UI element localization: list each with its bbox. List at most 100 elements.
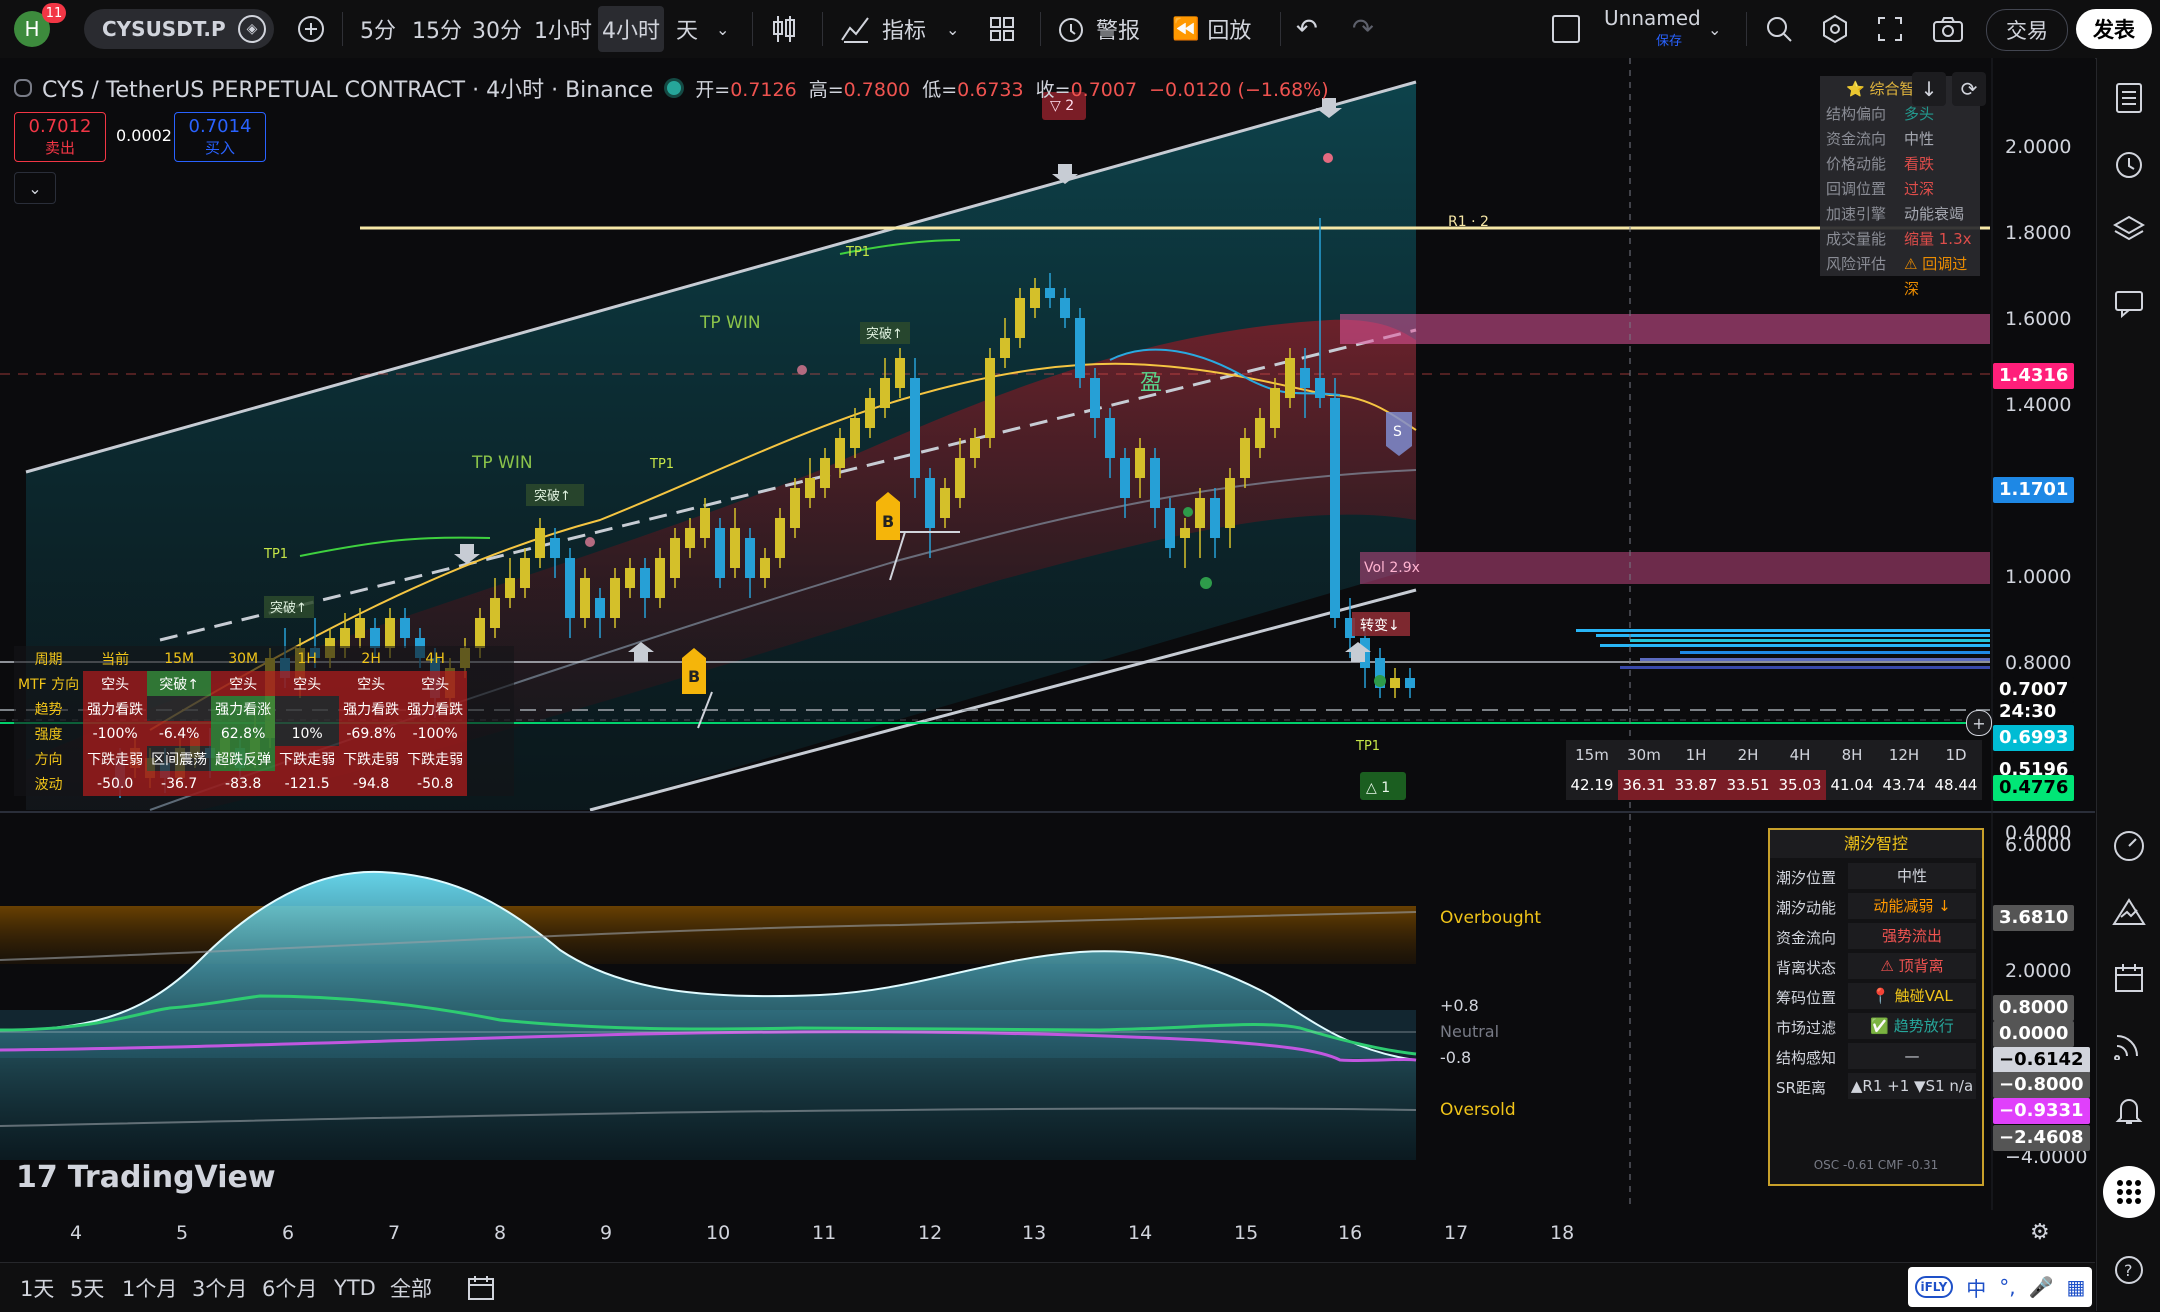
axis-settings-icon[interactable]: ⚙	[2030, 1220, 2050, 1245]
buy-marker-label: B	[882, 512, 894, 531]
summary-value: 看跌	[1904, 155, 1935, 173]
interval-30m[interactable]: 30分	[472, 0, 522, 58]
compare-plus-icon[interactable]	[294, 0, 328, 58]
calendar-icon[interactable]	[2111, 960, 2147, 996]
range-button[interactable]: 全部	[390, 1263, 432, 1312]
time-axis-label: 7	[388, 1222, 401, 1244]
mtf-cell: 突破↑	[147, 671, 212, 696]
vol-label: Vol 2.9x	[1364, 560, 1420, 576]
interval-1d[interactable]: 天	[676, 0, 698, 58]
alerts-clock-icon[interactable]	[2111, 146, 2147, 182]
range-button[interactable]: 1天	[20, 1263, 54, 1312]
alert-label: 警报	[1096, 19, 1141, 44]
candle-body	[790, 488, 800, 528]
chevron-down-icon[interactable]: ⌄	[716, 0, 729, 58]
summary-row: 回调位置 过深	[1820, 177, 1980, 202]
time-axis-label: 18	[1550, 1222, 1575, 1244]
tide-panel: 潮汐智控 潮汐位置 中性 潮汐动能 动能减弱 ↓ 资金流向 强势流出 背离状态 ⚠ 顶背离 筹码…	[1768, 828, 1984, 1186]
apps-grid-button[interactable]	[2103, 1166, 2155, 1218]
market-status-dot-icon	[667, 81, 682, 95]
replay-button[interactable]: ⏪ 回放	[1172, 0, 1251, 58]
trade-button[interactable]: 交易	[1986, 9, 2068, 51]
candle-body	[625, 568, 635, 588]
candle-type-icon[interactable]	[770, 0, 798, 58]
rsi-header-cell: 1H	[1670, 740, 1722, 770]
interval-1h[interactable]: 1小时	[534, 0, 592, 58]
candle-body	[400, 618, 410, 638]
legend-collapse-button[interactable]: ⌄	[14, 172, 56, 204]
spread-value: 0.0002	[116, 126, 172, 145]
interval-15m[interactable]: 15分	[412, 0, 462, 58]
summary-key: 回调位置	[1826, 180, 1887, 198]
rsi-header-cell: 30m	[1618, 740, 1670, 770]
bottom-range-bar: 1天 5天 1个月 3个月 6个月 YTD 全部 iFLY 中 °, 🎤 ▦	[0, 1262, 2095, 1312]
range-button[interactable]: 3个月	[192, 1263, 247, 1312]
overbought-label: Overbought	[1440, 908, 1542, 928]
layout-checkbox-icon[interactable]	[1552, 0, 1580, 58]
symbol-search-button[interactable]: CYSUSDT.P ◈	[84, 9, 274, 49]
candle-body	[820, 458, 830, 488]
candle-body	[760, 558, 770, 578]
calendar-goto-icon[interactable]	[466, 1263, 496, 1312]
interval-label: 天	[676, 19, 699, 44]
alert-button[interactable]: 警报	[1056, 0, 1140, 58]
crosshair-plus-icon[interactable]: +	[1966, 710, 1992, 736]
ideas-mountain-icon[interactable]	[2111, 894, 2147, 930]
rsi-value-cell: 33.51	[1722, 770, 1774, 800]
osc-axis-tag: −0.6142	[1993, 1047, 2090, 1073]
scroll-down-button[interactable]: ↓	[1912, 72, 1946, 106]
fullscreen-icon[interactable]	[1876, 0, 1904, 58]
profit-glyph: 盈	[1140, 371, 1162, 396]
chart-legend: CYS / TetherUS PERPETUAL CONTRACT · 4小时 …	[14, 74, 1329, 103]
indicators-button[interactable]: 指标	[840, 0, 926, 58]
chart-area[interactable]: R1 · 2 Vol 2.9x TP WIN TP WIN TP1 TP1 TP…	[0, 58, 2095, 1210]
mtf-cell: 区间震荡	[147, 746, 212, 771]
settings-gear-icon[interactable]	[1820, 0, 1850, 58]
speedometer-icon[interactable]	[2111, 828, 2147, 864]
buy-button[interactable]: 0.7014 买入	[174, 112, 266, 162]
range-button[interactable]: 5天	[70, 1263, 104, 1312]
range-button[interactable]: YTD	[334, 1263, 376, 1312]
interval-4h-active[interactable]: 4小时	[598, 6, 664, 52]
signal-broadcast-icon[interactable]	[2111, 1026, 2147, 1062]
watchlist-icon[interactable]	[2111, 80, 2147, 116]
redo-icon[interactable]: ↷	[1352, 0, 1374, 58]
mtf-cell: -69.8%	[339, 721, 404, 746]
notifications-bell-icon[interactable]	[2111, 1092, 2147, 1128]
templates-grid-icon[interactable]	[988, 0, 1016, 58]
chevron-down-icon: ⌄	[28, 178, 42, 198]
ime-toolbar[interactable]: iFLY 中 °, 🎤 ▦	[1908, 1267, 2092, 1307]
interval-5m[interactable]: 5分	[360, 0, 396, 58]
candle-body	[970, 438, 980, 458]
summary-key: 风险评估	[1826, 255, 1887, 273]
mtf-header-cell: 15M	[164, 650, 195, 667]
rsi-header-cell: 12H	[1878, 740, 1930, 770]
candle-body	[1315, 378, 1325, 398]
rsi-header-cell: 15m	[1566, 740, 1618, 770]
refresh-icon[interactable]: ⟳	[1952, 72, 1986, 106]
chevron-down-icon[interactable]: ⌄	[946, 0, 959, 58]
summary-row: 加速引擎 动能衰竭	[1820, 202, 1980, 227]
chevron-down-icon[interactable]: ⌄	[1708, 0, 1721, 58]
mtf-row: MTF 方向 空头 突破↑ 空头 空头 空头 空头	[14, 671, 468, 696]
range-button[interactable]: 6个月	[262, 1263, 317, 1312]
range-button[interactable]: 1个月	[122, 1263, 177, 1312]
mtf-cell	[275, 696, 340, 721]
candle-body	[595, 598, 605, 618]
candle-body	[1240, 438, 1250, 478]
quick-search-icon[interactable]	[1764, 0, 1794, 58]
buy-label: 买入	[204, 139, 235, 157]
camera-icon[interactable]	[1932, 0, 1964, 58]
candle-body	[670, 538, 680, 578]
undo-icon[interactable]: ↶	[1296, 0, 1318, 58]
publish-button[interactable]: 发表	[2076, 9, 2152, 49]
breakout-tag: 突破↑	[860, 322, 910, 344]
mtf-cell: 62.8%	[211, 721, 276, 746]
chat-icon[interactable]	[2111, 286, 2147, 322]
tide-key: SR距离	[1776, 1079, 1826, 1097]
layers-icon[interactable]	[2111, 212, 2147, 248]
osc-axis-tag: −2.4608	[1993, 1125, 2090, 1151]
help-question-icon[interactable]: ?	[2111, 1252, 2147, 1288]
osc-axis-tag: −0.8000	[1993, 1072, 2090, 1098]
sell-button[interactable]: 0.7012 卖出	[14, 112, 106, 162]
